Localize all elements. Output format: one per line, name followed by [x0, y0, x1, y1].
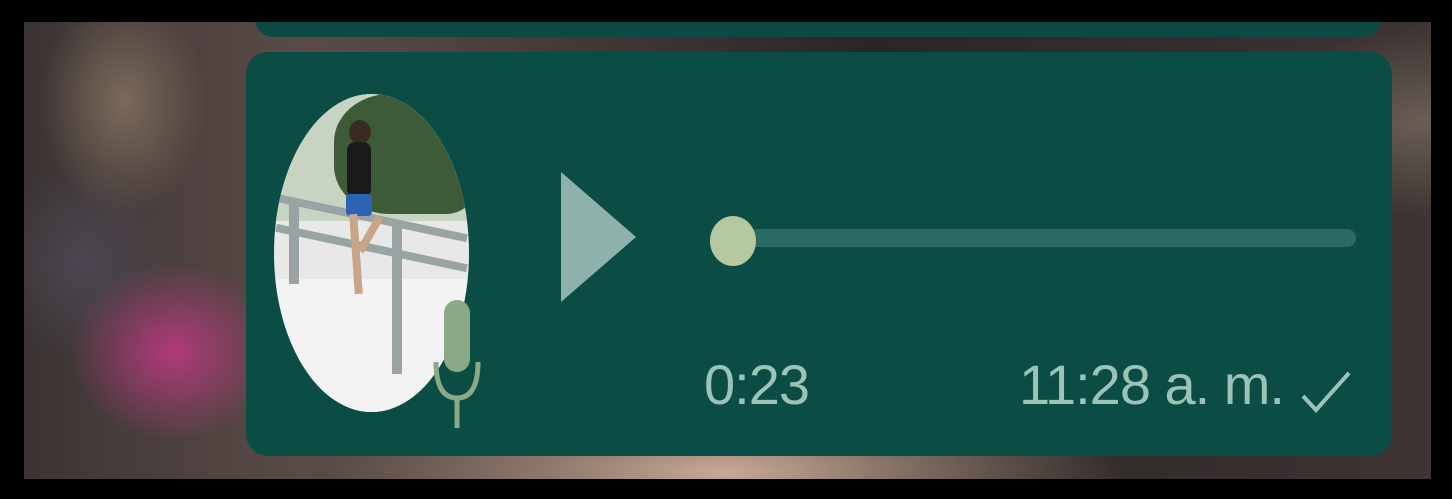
microphone-icon: [433, 300, 481, 428]
audio-seek-thumb[interactable]: [710, 216, 756, 266]
audio-progress-track[interactable]: [716, 229, 1356, 247]
chat-background: 0:23 11:28 a. m.: [24, 22, 1431, 479]
previous-message-bubble: [255, 22, 1382, 37]
audio-duration: 0:23: [704, 353, 810, 416]
voice-message-bubble[interactable]: 0:23 11:28 a. m.: [246, 52, 1392, 456]
message-timestamp: 11:28 a. m.: [1018, 353, 1285, 416]
single-check-icon: [1301, 371, 1351, 413]
play-icon[interactable]: [556, 162, 646, 312]
